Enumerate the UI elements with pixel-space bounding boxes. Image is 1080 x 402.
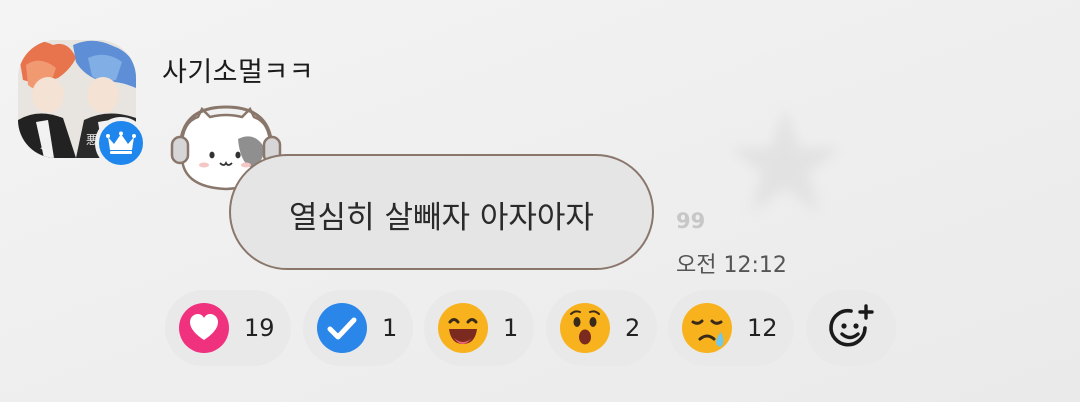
- crown-badge: [95, 117, 147, 169]
- background-star-icon: [728, 108, 842, 214]
- laughing-face-icon: [437, 302, 489, 354]
- quote-count: 99: [676, 209, 706, 233]
- heart-icon: [178, 302, 230, 354]
- timestamp: 오전 12:12: [676, 253, 787, 278]
- reaction-count: 2: [625, 314, 641, 342]
- reaction-count: 19: [244, 314, 275, 342]
- crown-icon: [106, 131, 136, 154]
- message-text: 열심히 살빼자 아자아자: [289, 199, 594, 236]
- reaction-count: 1: [382, 314, 398, 342]
- reaction-check[interactable]: 1: [303, 290, 413, 366]
- message-bubble[interactable]: 열심히 살빼자 아자아자: [229, 154, 654, 270]
- svg-text:双: 双: [40, 137, 52, 151]
- add-reaction-button[interactable]: [806, 290, 896, 366]
- reaction-crying[interactable]: 12: [668, 290, 794, 366]
- reaction-surprised[interactable]: 2: [546, 290, 657, 366]
- reaction-count: 1: [503, 314, 519, 342]
- add-emoji-icon: [829, 304, 874, 347]
- reaction-count: 12: [747, 314, 778, 342]
- username: 사기소멀ㅋㅋ: [162, 57, 315, 88]
- reaction-laughing[interactable]: 1: [424, 290, 534, 366]
- surprised-face-icon: [559, 302, 611, 354]
- check-icon: [316, 302, 368, 354]
- reaction-heart[interactable]: 19: [165, 290, 291, 366]
- crying-face-icon: [681, 302, 733, 354]
